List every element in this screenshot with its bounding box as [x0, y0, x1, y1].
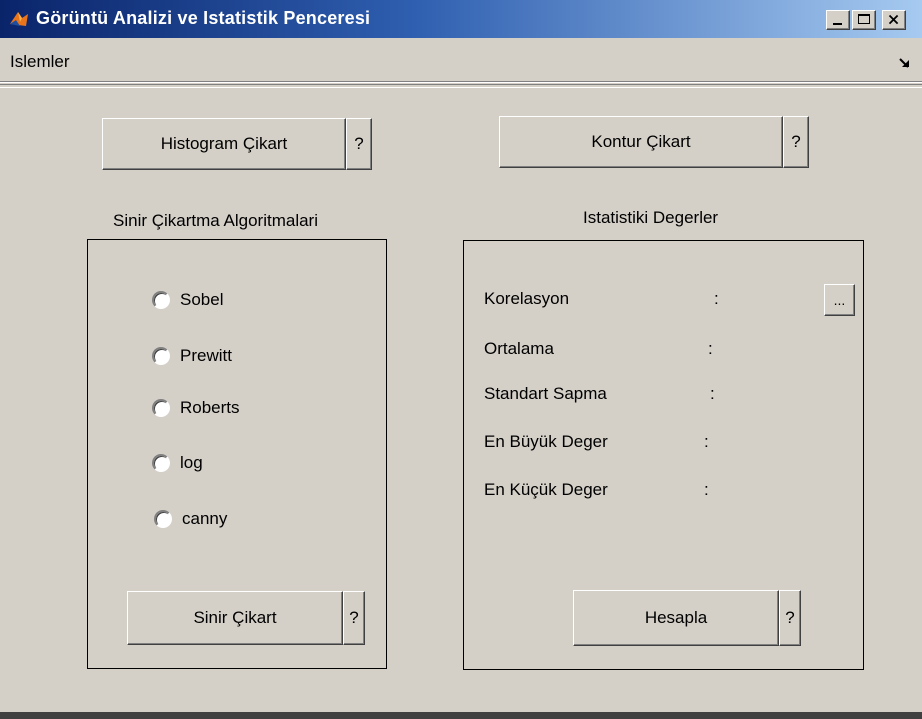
- stats-panel-title: Istatistiki Degerler: [583, 208, 719, 227]
- radio-label: Prewitt: [180, 346, 232, 365]
- minimize-button[interactable]: [826, 10, 850, 30]
- stat-separator: :: [704, 432, 709, 451]
- minimize-icon: [833, 23, 842, 25]
- window-title: Görüntü Analizi ve Istatistik Penceresi: [36, 8, 371, 28]
- radio-prewitt[interactable]: Prewitt: [152, 346, 232, 366]
- hesapla-button[interactable]: Hesapla: [573, 590, 779, 646]
- edge-panel-title: Sinir Çikartma Algoritmalari: [113, 211, 318, 230]
- menu-divider: [0, 84, 922, 88]
- radio-button[interactable]: [152, 347, 170, 365]
- close-button[interactable]: [882, 10, 906, 30]
- close-icon: [888, 14, 899, 25]
- sinir-cikart-button[interactable]: Sinir Çikart: [127, 591, 343, 645]
- stat-label-en-kucuk: En Küçük Deger: [484, 480, 608, 499]
- hesapla-help-button[interactable]: ?: [779, 590, 801, 646]
- window-bottom-edge: [0, 712, 922, 719]
- stat-separator: :: [714, 289, 719, 308]
- maximize-icon: [858, 14, 870, 24]
- app-window: Görüntü Analizi ve Istatistik Penceresi …: [0, 0, 922, 719]
- radio-button[interactable]: [154, 510, 172, 528]
- radio-button[interactable]: [152, 454, 170, 472]
- radio-roberts[interactable]: Roberts: [152, 398, 240, 418]
- menu-bar: Islemler: [0, 38, 922, 83]
- matlab-icon: [10, 12, 28, 26]
- radio-label: Sobel: [180, 290, 224, 309]
- stat-separator: :: [708, 339, 713, 358]
- radio-sobel[interactable]: Sobel: [152, 290, 223, 310]
- stat-label-ortalama: Ortalama: [484, 339, 554, 358]
- histogram-help-button[interactable]: ?: [346, 118, 372, 170]
- sinir-help-button[interactable]: ?: [343, 591, 365, 645]
- histogram-button[interactable]: Histogram Çikart: [102, 118, 346, 170]
- radio-canny[interactable]: canny: [154, 509, 227, 529]
- radio-label: Roberts: [180, 398, 240, 417]
- stat-label-en-buyuk: En Büyük Deger: [484, 432, 608, 451]
- corner-arrow-icon[interactable]: [898, 56, 912, 70]
- radio-log[interactable]: log: [152, 453, 203, 473]
- stat-separator: :: [710, 384, 715, 403]
- kontur-help-button[interactable]: ?: [783, 116, 809, 168]
- korelasyon-more-button[interactable]: ...: [824, 284, 855, 316]
- radio-button[interactable]: [152, 291, 170, 309]
- kontur-button[interactable]: Kontur Çikart: [499, 116, 783, 168]
- radio-button[interactable]: [152, 399, 170, 417]
- radio-label: canny: [182, 509, 228, 528]
- stat-separator: :: [704, 480, 709, 499]
- menu-islemler[interactable]: Islemler: [10, 52, 70, 72]
- maximize-button[interactable]: [852, 10, 876, 30]
- title-bar[interactable]: Görüntü Analizi ve Istatistik Penceresi: [0, 0, 922, 38]
- stat-label-korelasyon: Korelasyon: [484, 289, 570, 308]
- radio-label: log: [180, 453, 203, 472]
- stat-label-standart-sapma: Standart Sapma: [484, 384, 607, 403]
